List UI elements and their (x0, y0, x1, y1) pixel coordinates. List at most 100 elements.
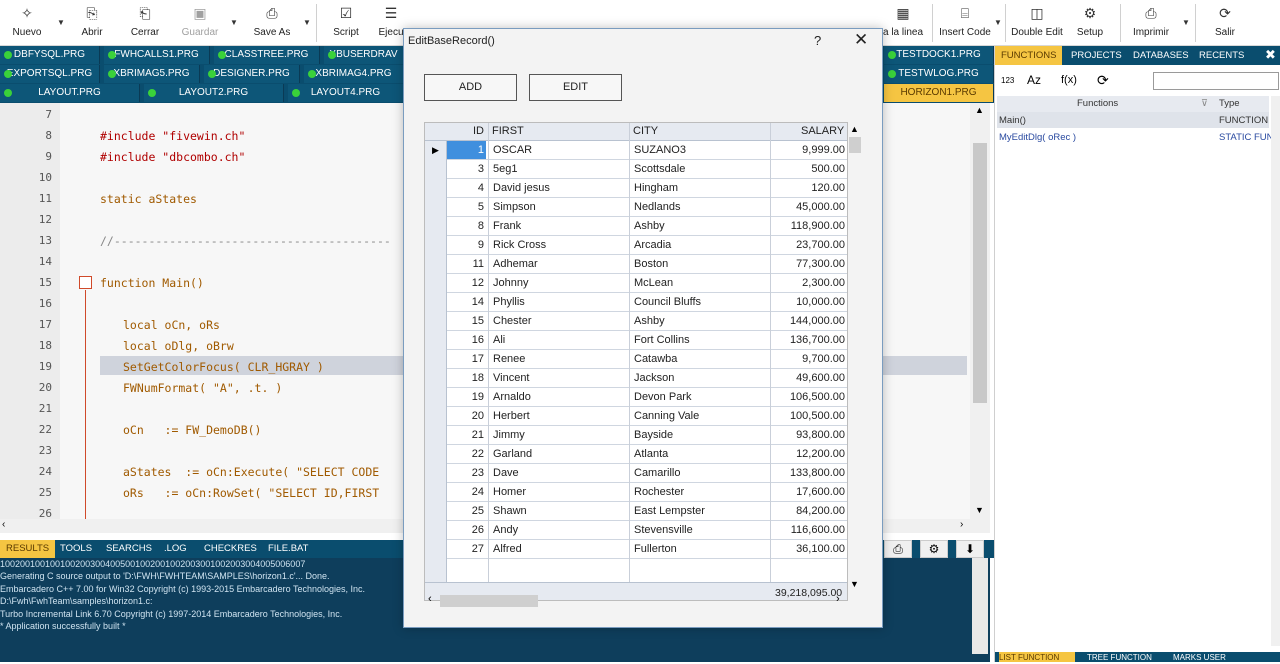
grid-scroll-down-icon[interactable]: ▼ (850, 579, 859, 589)
table-row[interactable]: 18 Vincent Jackson 49,600.00 (447, 369, 847, 388)
fold-toggle[interactable] (79, 276, 92, 289)
tab-checkres[interactable]: CHECKRES (198, 540, 263, 558)
function-search-input[interactable] (1153, 72, 1279, 90)
file-tab[interactable]: XBRIMAG5.PRG (104, 65, 200, 83)
settings-list-icon[interactable]: ⚙ (920, 540, 948, 558)
file-tab[interactable]: FWHCALLS1.PRG (104, 46, 210, 64)
refresh-icon[interactable]: ⟳ (1097, 72, 1109, 89)
exit-button[interactable]: ⟳ Salir (1205, 0, 1245, 46)
tab-log[interactable]: .LOG (158, 540, 193, 558)
table-row[interactable]: 5 Simpson Nedlands 45,000.00 (447, 198, 847, 217)
table-row[interactable]: 23 Dave Camarillo 133,800.00 (447, 464, 847, 483)
grid-scroll-right-icon[interactable]: › (836, 593, 840, 605)
save-as-button[interactable]: ⎙ Save As (250, 0, 294, 46)
table-row[interactable]: 9 Rick Cross Arcadia 23,700.00 (447, 236, 847, 255)
tab-file-bat[interactable]: FILE.BAT (262, 540, 314, 558)
table-row[interactable]: 16 Ali Fort Collins 136,700.00 (447, 331, 847, 350)
insert-code-dropdown-icon[interactable]: ▼ (994, 18, 1002, 27)
table-row[interactable]: 21 Jimmy Bayside 93,800.00 (447, 426, 847, 445)
file-tab[interactable]: LAYOUT.PRG (0, 84, 140, 102)
table-row[interactable]: 11 Adhemar Boston 77,300.00 (447, 255, 847, 274)
table-row[interactable]: 19 Arnaldo Devon Park 106,500.00 (447, 388, 847, 407)
scroll-up-icon[interactable]: ▲ (975, 105, 984, 115)
setup-button[interactable]: ⚙ Setup (1070, 0, 1110, 46)
column-header-id[interactable]: ID (473, 125, 484, 137)
file-tab-active[interactable]: HORIZON1.PRG (884, 84, 994, 102)
double-edit-button[interactable]: ◫ Double Edit (1008, 0, 1066, 46)
new-button[interactable]: ✧ Nuevo (8, 0, 46, 46)
column-header-type[interactable]: Type (1219, 98, 1240, 109)
file-tab[interactable]: CLASSTREE.PRG (214, 46, 320, 64)
grid-scroll-up-icon[interactable]: ▲ (850, 124, 859, 134)
editor-vertical-scrollbar[interactable]: ▲ ▼ (970, 103, 990, 519)
file-tab[interactable]: LAYOUT2.PRG (144, 84, 284, 102)
print-button[interactable]: ⎙ Imprimir (1128, 0, 1174, 46)
filter-icon[interactable]: ⊽ (1201, 98, 1208, 109)
save-button[interactable]: ▣ Guardar (178, 0, 222, 46)
saveas-dropdown-icon[interactable]: ▼ (303, 18, 311, 27)
close-icon[interactable]: ✕ (854, 30, 868, 50)
tab-projects[interactable]: PROJECTS (1065, 46, 1128, 65)
tab-tree-function[interactable]: TREE FUNCTION (1087, 652, 1152, 662)
alpha-sort-icon[interactable]: Az (1027, 73, 1041, 87)
insert-code-button[interactable]: ⌸ Insert Code (936, 0, 994, 46)
column-header-functions[interactable]: Functions (1077, 98, 1118, 109)
table-row[interactable]: 14 Phyllis Council Bluffs 10,000.00 (447, 293, 847, 312)
tab-searchs[interactable]: SEARCHS (100, 540, 158, 558)
print-dropdown-icon[interactable]: ▼ (1182, 18, 1190, 27)
help-icon[interactable]: ? (814, 33, 821, 48)
tab-recents[interactable]: RECENTS (1193, 46, 1250, 65)
tab-marks-user[interactable]: MARKS USER (1173, 652, 1226, 662)
numeric-sort-icon[interactable]: 123 (1001, 76, 1014, 85)
table-row[interactable]: 20 Herbert Canning Vale 100,500.00 (447, 407, 847, 426)
scroll-thumb[interactable] (973, 143, 987, 403)
table-row[interactable]: 3 5eg1 Scottsdale 500.00 (447, 160, 847, 179)
tab-list-function[interactable]: LIST FUNCTION (999, 652, 1075, 662)
table-row[interactable]: 27 Alfred Fullerton 36,100.00 (447, 540, 847, 559)
column-header-salary[interactable]: SALARY (801, 125, 844, 137)
table-row[interactable]: 8 Frank Ashby 118,900.00 (447, 217, 847, 236)
file-tab[interactable]: TESTWLOG.PRG (884, 65, 994, 83)
save-dropdown-icon[interactable]: ▼ (230, 18, 238, 27)
execute-button[interactable]: ☰ Ejecu (378, 0, 404, 46)
table-row[interactable]: 26 Andy Stevensville 116,600.00 (447, 521, 847, 540)
file-tab[interactable]: LAYOUT4.PRG (288, 84, 404, 102)
edit-button[interactable]: EDIT (529, 74, 622, 101)
table-row[interactable]: 22 Garland Atlanta 12,200.00 (447, 445, 847, 464)
grid-scroll-thumb[interactable] (849, 137, 861, 153)
file-tab[interactable]: DESIGNER.PRG (204, 65, 300, 83)
column-header-city[interactable]: CITY (633, 125, 658, 137)
table-row[interactable]: 12 Johnny McLean 2,300.00 (447, 274, 847, 293)
tab-results[interactable]: RESULTS (0, 540, 56, 558)
file-tab[interactable]: TESTDOCK1.PRG (884, 46, 994, 64)
open-button[interactable]: ⎘ Abrir (72, 0, 112, 46)
table-row[interactable]: 4 David jesus Hingham 120.00 (447, 179, 847, 198)
file-tab[interactable]: EXPORTSQL.PRG (0, 65, 100, 83)
table-row[interactable]: 25 Shawn East Lempster 84,200.00 (447, 502, 847, 521)
function-row[interactable]: MyEditDlg( oRec ) STATIC FUNC (997, 130, 1280, 146)
functions-scrollbar[interactable] (1271, 96, 1280, 646)
download-icon[interactable]: ⬇ (956, 540, 984, 558)
pin-icon[interactable]: ✖ (1265, 47, 1276, 63)
results-scrollbar[interactable] (972, 558, 988, 654)
goto-line-button[interactable]: ▦ a la linea (880, 0, 926, 46)
table-row[interactable]: 15 Chester Ashby 144,000.00 (447, 312, 847, 331)
records-browse-grid[interactable]: ID FIRST CITY SALARY ▶ 1 OSCAR SUZANO3 9,99… (424, 122, 848, 601)
table-row[interactable]: 1 OSCAR SUZANO3 9,999.00 (447, 141, 847, 160)
table-row[interactable]: 24 Homer Rochester 17,600.00 (447, 483, 847, 502)
function-icon[interactable]: f(x) (1061, 74, 1077, 86)
file-tab[interactable]: XBRIMAG4.PRG (304, 65, 404, 83)
new-dropdown-icon[interactable]: ▼ (57, 18, 65, 27)
scroll-down-icon[interactable]: ▼ (975, 505, 984, 515)
tab-databases[interactable]: DATABASES (1127, 46, 1195, 65)
scroll-right-icon[interactable]: › (960, 519, 963, 530)
close-button[interactable]: ⎗ Cerrar (125, 0, 165, 46)
tab-tools[interactable]: TOOLS (54, 540, 98, 558)
tab-functions[interactable]: FUNCTIONS (995, 46, 1063, 65)
table-row[interactable]: 17 Renee Catawba 9,700.00 (447, 350, 847, 369)
selected-function-row[interactable]: Main() FUNCTION (997, 112, 1269, 128)
grid-scroll-left-icon[interactable]: ‹ (428, 593, 432, 605)
scroll-left-icon[interactable]: ‹ (2, 519, 5, 530)
file-tab[interactable]: DBFYSQL.PRG (0, 46, 100, 64)
add-button[interactable]: ADD (424, 74, 517, 101)
